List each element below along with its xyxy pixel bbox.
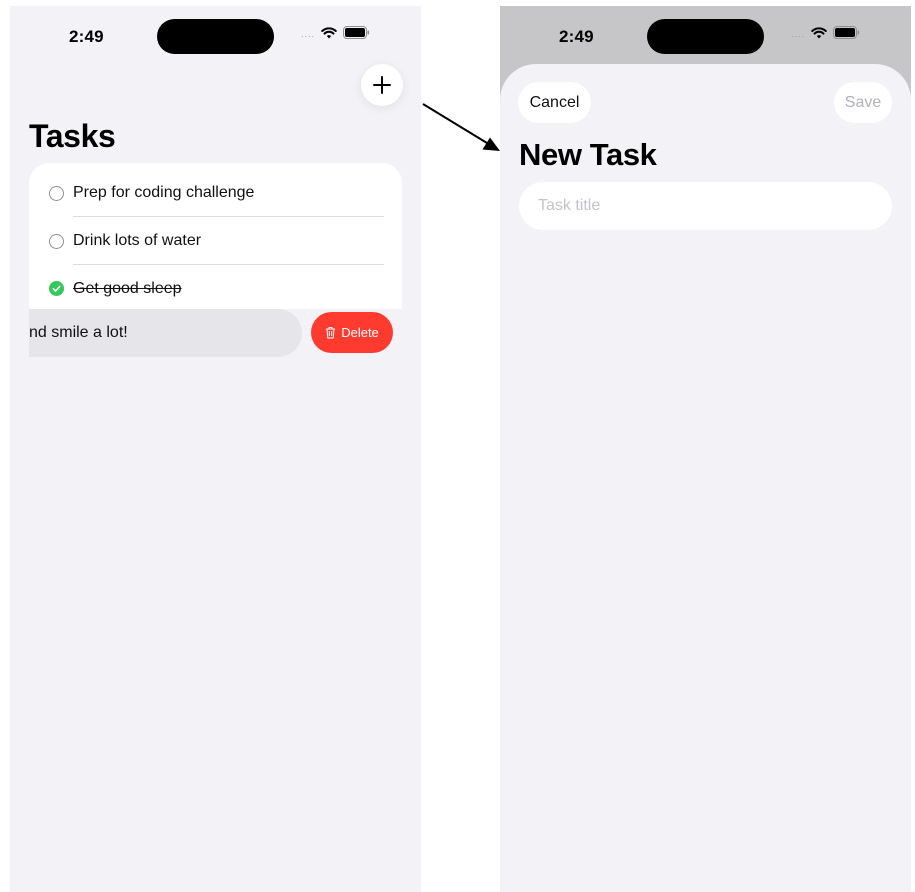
add-task-button[interactable]: [361, 64, 403, 106]
battery-icon: [343, 26, 370, 39]
arrow-icon: [422, 103, 500, 151]
sheet-title: New Task: [519, 137, 657, 172]
new-task-sheet: Cancel Save New Task: [500, 64, 911, 892]
wifi-icon: [811, 26, 827, 38]
task-row[interactable]: Prep for coding challenge: [29, 169, 402, 217]
status-icons: ....: [301, 26, 370, 39]
incomplete-circle-icon[interactable]: [49, 186, 64, 201]
status-time: 2:49: [69, 27, 104, 46]
delete-label: Delete: [341, 325, 379, 340]
status-icons: ....: [791, 26, 860, 39]
incomplete-circle-icon[interactable]: [49, 234, 64, 249]
battery-icon: [833, 26, 860, 39]
task-title-input[interactable]: [519, 182, 892, 230]
task-label: Get good sleep: [73, 280, 182, 297]
wifi-icon: [321, 26, 337, 38]
task-row[interactable]: Drink lots of water: [29, 217, 402, 265]
status-time: 2:49: [559, 27, 594, 46]
task-list-screen: 2:49 .... Tasks Prep for coding challeng…: [10, 6, 421, 892]
checkmark-circle-icon[interactable]: [49, 281, 64, 296]
trash-icon: [326, 327, 336, 339]
task-list: Prep for coding challenge Drink lots of …: [29, 163, 402, 309]
task-label: nd smile a lot!: [29, 324, 128, 341]
task-label: Prep for coding challenge: [73, 184, 255, 201]
task-row[interactable]: Get good sleep: [29, 265, 402, 313]
dynamic-island: [647, 19, 764, 54]
dynamic-island: [157, 19, 274, 54]
task-label: Drink lots of water: [73, 232, 202, 249]
cancel-button[interactable]: Cancel: [518, 82, 591, 123]
checkmark-icon: [52, 285, 61, 292]
new-task-screen: 2:49 .... Cancel Save New Task: [500, 6, 911, 892]
signal-icon: ....: [791, 29, 806, 39]
delete-button[interactable]: Delete: [311, 312, 393, 353]
save-button[interactable]: Save: [834, 82, 892, 123]
plus-icon: [373, 76, 391, 94]
swiped-task-row[interactable]: nd smile a lot!: [29, 309, 302, 357]
page-title: Tasks: [29, 118, 116, 154]
signal-icon: ....: [301, 29, 316, 39]
